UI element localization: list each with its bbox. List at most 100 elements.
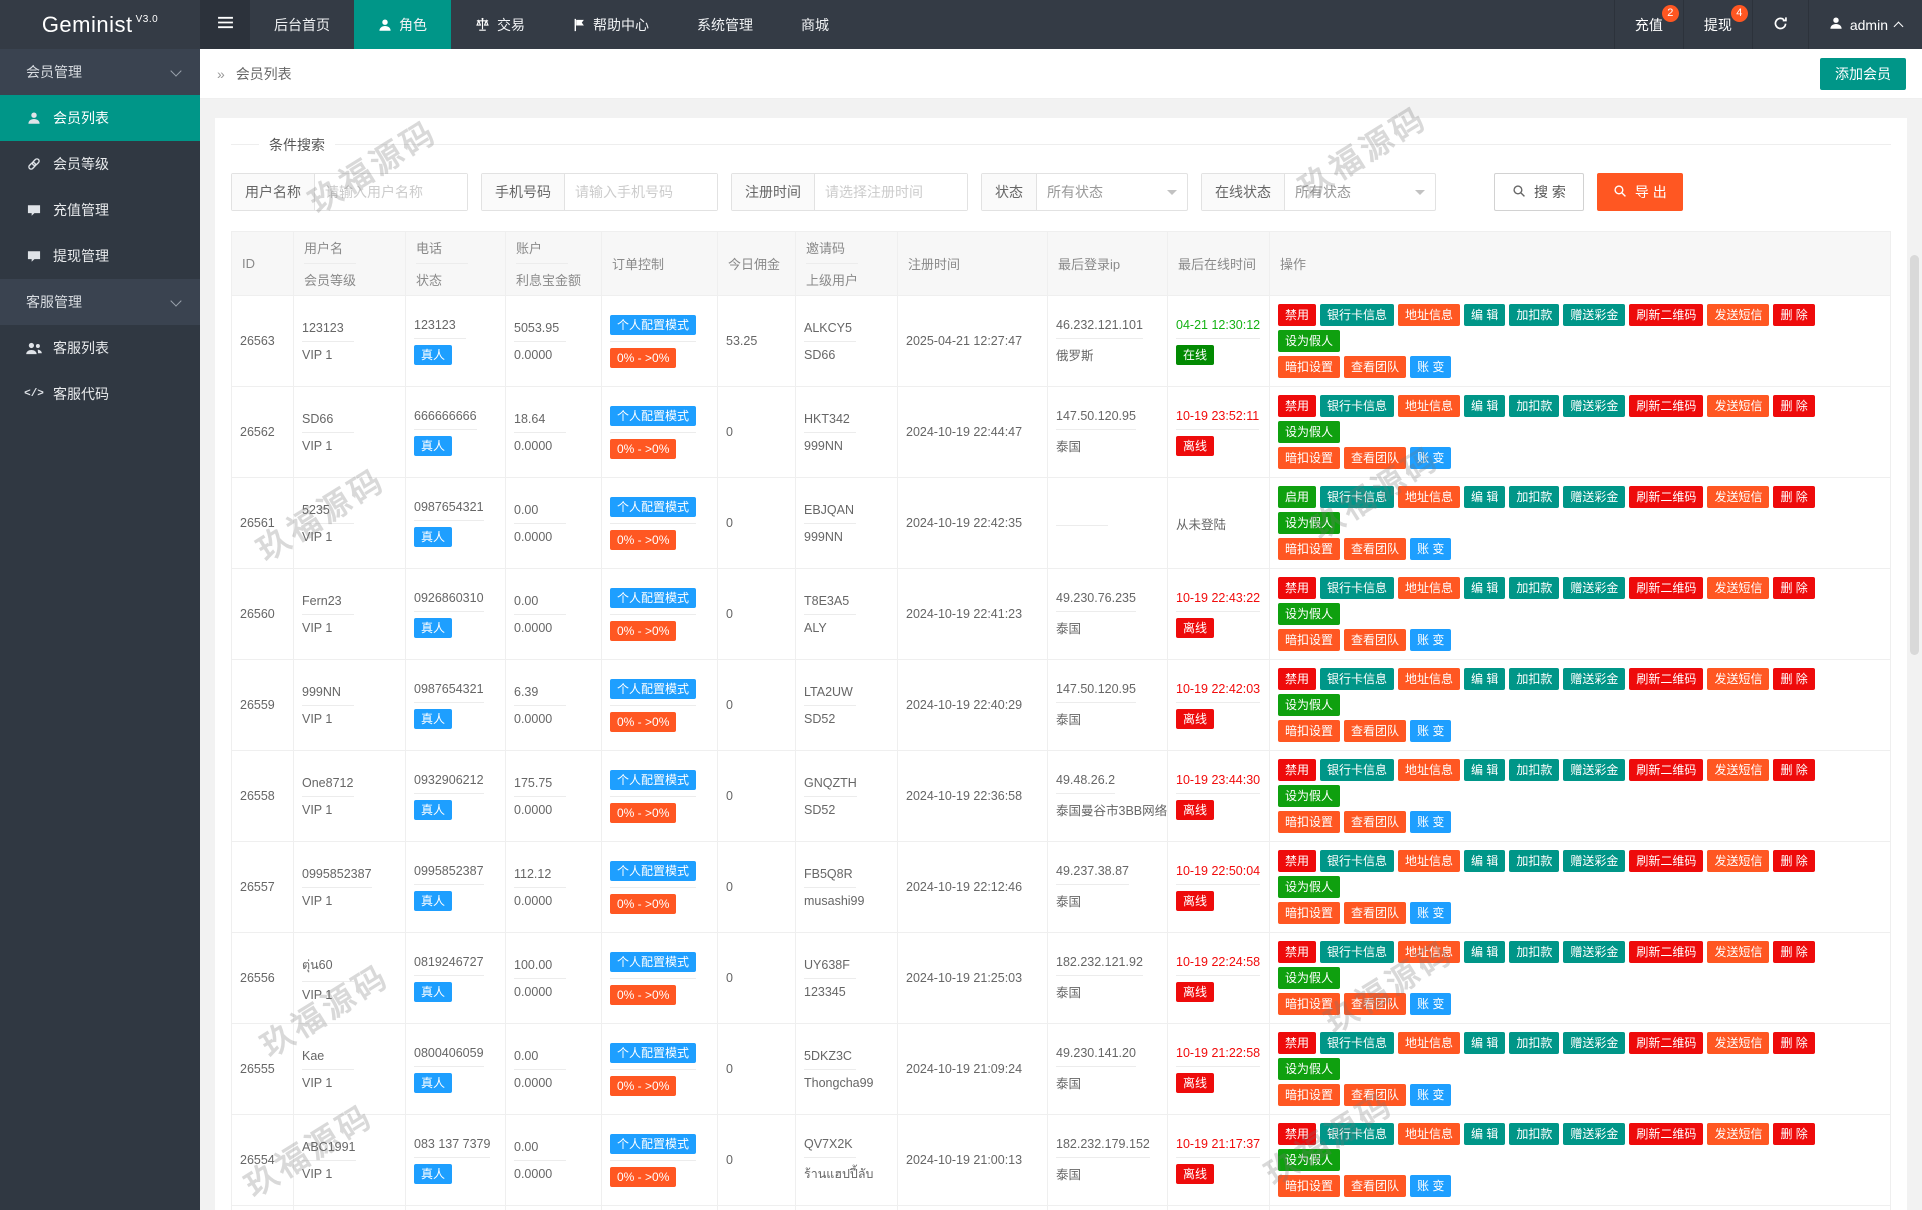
action-bank-card-info-button[interactable]: 银行卡信息	[1320, 486, 1394, 508]
action-delete-button[interactable]: 删 除	[1773, 304, 1814, 326]
action-bank-card-info-button[interactable]: 银行卡信息	[1320, 1123, 1394, 1145]
action-address-info-button[interactable]: 地址信息	[1398, 395, 1460, 417]
action-address-info-button[interactable]: 地址信息	[1398, 668, 1460, 690]
action-address-info-button[interactable]: 地址信息	[1398, 850, 1460, 872]
rate-badge[interactable]: 0% - >0%	[610, 621, 676, 641]
refresh-button[interactable]	[1752, 0, 1808, 49]
action-refresh-qrcode-button[interactable]: 刷新二维码	[1629, 1123, 1703, 1145]
withdraw-nav-button[interactable]: 提现 4	[1683, 0, 1752, 49]
config-mode-badge[interactable]: 个人配置模式	[610, 1134, 696, 1154]
action-view-team-button[interactable]: 查看团队	[1344, 993, 1406, 1015]
action-edit-button[interactable]: 编 辑	[1464, 759, 1505, 781]
sidebar-group-1[interactable]: 会员管理	[0, 49, 200, 95]
action-hidden-deduct-button[interactable]: 暗扣设置	[1278, 720, 1340, 742]
action-address-info-button[interactable]: 地址信息	[1398, 304, 1460, 326]
sidebar-item[interactable]: 充值管理	[0, 187, 200, 233]
action-adjust-balance-button[interactable]: 加扣款	[1509, 1123, 1559, 1145]
action-hidden-deduct-button[interactable]: 暗扣设置	[1278, 629, 1340, 651]
action-adjust-balance-button[interactable]: 加扣款	[1509, 486, 1559, 508]
search-input-2[interactable]	[565, 174, 717, 210]
action-disable-button[interactable]: 禁用	[1278, 668, 1316, 690]
action-refresh-qrcode-button[interactable]: 刷新二维码	[1629, 850, 1703, 872]
action-view-team-button[interactable]: 查看团队	[1344, 1084, 1406, 1106]
search-select-5[interactable]: 所有状态	[1285, 174, 1435, 210]
action-hidden-deduct-button[interactable]: 暗扣设置	[1278, 1084, 1340, 1106]
rate-badge[interactable]: 0% - >0%	[610, 894, 676, 914]
action-address-info-button[interactable]: 地址信息	[1398, 941, 1460, 963]
rate-badge[interactable]: 0% - >0%	[610, 348, 676, 368]
action-send-sms-button[interactable]: 发送短信	[1707, 1123, 1769, 1145]
action-hidden-deduct-button[interactable]: 暗扣设置	[1278, 993, 1340, 1015]
action-refresh-qrcode-button[interactable]: 刷新二维码	[1629, 395, 1703, 417]
search-select-4[interactable]: 所有状态	[1037, 174, 1187, 210]
action-adjust-balance-button[interactable]: 加扣款	[1509, 941, 1559, 963]
action-view-team-button[interactable]: 查看团队	[1344, 356, 1406, 378]
action-set-fake-button[interactable]: 设为假人	[1278, 1058, 1340, 1080]
action-edit-button[interactable]: 编 辑	[1464, 941, 1505, 963]
recharge-nav-button[interactable]: 充值 2	[1614, 0, 1683, 49]
action-gift-bonus-button[interactable]: 赠送彩金	[1563, 395, 1625, 417]
action-adjust-balance-button[interactable]: 加扣款	[1509, 577, 1559, 599]
action-disable-button[interactable]: 禁用	[1278, 395, 1316, 417]
action-edit-button[interactable]: 编 辑	[1464, 850, 1505, 872]
action-delete-button[interactable]: 删 除	[1773, 486, 1814, 508]
action-delete-button[interactable]: 删 除	[1773, 668, 1814, 690]
action-refresh-qrcode-button[interactable]: 刷新二维码	[1629, 1032, 1703, 1054]
action-account-change-button[interactable]: 账 变	[1410, 538, 1451, 560]
menu-toggle-button[interactable]	[200, 0, 250, 49]
action-account-change-button[interactable]: 账 变	[1410, 993, 1451, 1015]
nav-item-1[interactable]: 后台首页	[250, 0, 354, 49]
action-disable-button[interactable]: 禁用	[1278, 577, 1316, 599]
action-view-team-button[interactable]: 查看团队	[1344, 811, 1406, 833]
action-bank-card-info-button[interactable]: 银行卡信息	[1320, 577, 1394, 599]
action-adjust-balance-button[interactable]: 加扣款	[1509, 668, 1559, 690]
action-refresh-qrcode-button[interactable]: 刷新二维码	[1629, 668, 1703, 690]
action-hidden-deduct-button[interactable]: 暗扣设置	[1278, 447, 1340, 469]
config-mode-badge[interactable]: 个人配置模式	[610, 952, 696, 972]
action-set-fake-button[interactable]: 设为假人	[1278, 967, 1340, 989]
action-set-fake-button[interactable]: 设为假人	[1278, 785, 1340, 807]
action-delete-button[interactable]: 删 除	[1773, 850, 1814, 872]
search-input-3[interactable]	[815, 174, 967, 210]
action-gift-bonus-button[interactable]: 赠送彩金	[1563, 577, 1625, 599]
action-edit-button[interactable]: 编 辑	[1464, 1123, 1505, 1145]
action-adjust-balance-button[interactable]: 加扣款	[1509, 304, 1559, 326]
action-view-team-button[interactable]: 查看团队	[1344, 902, 1406, 924]
sidebar-item[interactable]: 会员等级	[0, 141, 200, 187]
action-hidden-deduct-button[interactable]: 暗扣设置	[1278, 811, 1340, 833]
rate-badge[interactable]: 0% - >0%	[610, 530, 676, 550]
rate-badge[interactable]: 0% - >0%	[610, 1076, 676, 1096]
rate-badge[interactable]: 0% - >0%	[610, 803, 676, 823]
sidebar-group-2[interactable]: 客服管理	[0, 279, 200, 325]
action-delete-button[interactable]: 删 除	[1773, 1032, 1814, 1054]
action-account-change-button[interactable]: 账 变	[1410, 1084, 1451, 1106]
action-set-fake-button[interactable]: 设为假人	[1278, 603, 1340, 625]
action-hidden-deduct-button[interactable]: 暗扣设置	[1278, 902, 1340, 924]
user-menu[interactable]: admin	[1808, 0, 1922, 49]
action-bank-card-info-button[interactable]: 银行卡信息	[1320, 304, 1394, 326]
action-refresh-qrcode-button[interactable]: 刷新二维码	[1629, 941, 1703, 963]
action-account-change-button[interactable]: 账 变	[1410, 1175, 1451, 1197]
action-send-sms-button[interactable]: 发送短信	[1707, 850, 1769, 872]
action-view-team-button[interactable]: 查看团队	[1344, 629, 1406, 651]
action-gift-bonus-button[interactable]: 赠送彩金	[1563, 941, 1625, 963]
action-bank-card-info-button[interactable]: 银行卡信息	[1320, 941, 1394, 963]
action-set-fake-button[interactable]: 设为假人	[1278, 876, 1340, 898]
action-edit-button[interactable]: 编 辑	[1464, 668, 1505, 690]
config-mode-badge[interactable]: 个人配置模式	[610, 315, 696, 335]
action-set-fake-button[interactable]: 设为假人	[1278, 512, 1340, 534]
action-refresh-qrcode-button[interactable]: 刷新二维码	[1629, 486, 1703, 508]
sidebar-item[interactable]: 会员列表	[0, 95, 200, 141]
action-gift-bonus-button[interactable]: 赠送彩金	[1563, 486, 1625, 508]
nav-item-5[interactable]: 系统管理	[673, 0, 777, 49]
action-bank-card-info-button[interactable]: 银行卡信息	[1320, 759, 1394, 781]
action-bank-card-info-button[interactable]: 银行卡信息	[1320, 1032, 1394, 1054]
action-disable-button[interactable]: 禁用	[1278, 941, 1316, 963]
action-hidden-deduct-button[interactable]: 暗扣设置	[1278, 1175, 1340, 1197]
action-disable-button[interactable]: 禁用	[1278, 1032, 1316, 1054]
add-member-button[interactable]: 添加会员	[1820, 58, 1906, 90]
action-send-sms-button[interactable]: 发送短信	[1707, 577, 1769, 599]
action-edit-button[interactable]: 编 辑	[1464, 395, 1505, 417]
action-disable-button[interactable]: 禁用	[1278, 1123, 1316, 1145]
action-disable-button[interactable]: 禁用	[1278, 759, 1316, 781]
